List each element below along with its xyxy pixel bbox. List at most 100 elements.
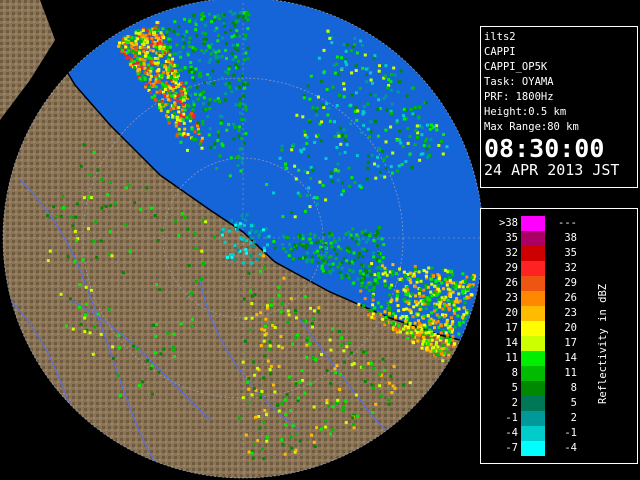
echo-pixel [134,39,138,43]
echo-pixel [239,225,243,228]
echo-pixel [445,283,449,287]
echo-pixel [263,324,267,328]
echo-pixel [306,336,310,340]
echo-pixel [193,92,197,96]
echo-pixel [246,18,250,22]
echo-pixel [321,183,325,187]
echo-pixel [413,321,417,325]
echo-pixel [124,56,128,60]
echo-pixel [238,103,242,107]
echo-pixel [243,37,247,41]
legend-color-swatch [521,276,545,291]
echo-pixel [293,243,297,247]
echo-pixel [182,98,186,102]
echo-pixel [304,247,308,251]
legend-high-label: -4 [564,442,577,454]
echo-pixel [137,67,141,71]
echo-pixel [320,103,324,107]
echo-pixel [432,125,436,129]
echo-pixel [202,102,206,105]
echo-pixel [242,94,246,98]
echo-pixel [224,92,228,96]
echo-pixel [202,96,206,100]
echo-pixel [232,137,236,141]
echo-pixel [329,348,333,352]
echo-pixel [68,297,72,301]
echo-pixel [367,362,371,365]
echo-pixel [456,314,460,318]
echo-pixel [92,150,96,154]
echo-pixel [280,302,284,306]
echo-pixel [239,11,242,15]
echo-pixel [419,279,423,283]
echo-pixel [214,56,218,60]
echo-pixel [357,239,361,243]
echo-pixel [297,168,301,172]
echo-pixel [173,103,177,107]
echo-pixel [417,270,421,274]
echo-pixel [158,40,162,44]
echo-pixel [370,153,374,157]
echo-pixel [402,107,406,111]
echo-pixel [144,54,148,58]
echo-pixel [313,196,317,200]
echo-pixel [292,143,296,146]
echo-pixel [389,111,393,115]
legend-color-swatch [521,426,545,441]
echo-pixel [331,428,335,432]
echo-pixel [431,274,435,278]
echo-pixel [190,324,194,328]
echo-pixel [210,42,214,46]
echo-pixel [306,84,310,88]
echo-pixel [377,146,381,150]
echo-pixel [437,298,441,302]
echo-pixel [296,399,300,403]
echo-pixel [308,342,312,346]
echo-pixel [425,123,429,127]
echo-pixel [207,60,211,64]
echo-pixel [379,267,383,271]
legend-low-label: 29 [505,262,518,274]
echo-pixel [319,239,323,243]
echo-pixel [166,98,170,102]
echo-pixel [441,152,445,156]
echo-pixel [428,322,432,326]
echo-pixel [249,241,253,245]
echo-pixel [177,233,181,237]
echo-pixel [463,297,467,300]
echo-pixel [204,108,208,112]
echo-pixel [196,97,200,101]
echo-pixel [301,244,305,248]
echo-pixel [199,139,203,143]
echo-pixel [221,144,225,148]
echo-pixel [298,257,302,260]
echo-pixel [318,180,322,184]
echo-pixel [133,54,137,58]
echo-pixel [465,311,469,315]
echo-pixel [285,393,289,397]
echo-pixel [393,327,397,331]
echo-pixel [398,267,401,271]
echo-pixel [363,53,367,57]
echo-pixel [247,376,251,380]
legend-low-label: 5 [511,382,518,394]
echo-pixel [161,27,165,31]
echo-pixel [181,37,185,41]
echo-pixel [104,204,108,208]
legend-high-label: 8 [570,382,577,394]
echo-pixel [282,247,286,251]
echo-pixel [289,247,293,251]
legend-low-label: -7 [505,442,518,454]
echo-pixel [204,220,208,224]
echo-pixel [360,43,364,47]
echo-pixel [209,57,213,61]
echo-pixel [380,237,384,241]
echo-pixel [152,31,155,35]
echo-pixel [335,146,339,149]
echo-pixel [183,108,187,112]
echo-pixel [383,266,387,270]
echo-pixel [369,130,373,134]
echo-pixel [193,246,197,250]
echo-pixel [250,229,254,232]
echo-pixel [405,331,409,335]
